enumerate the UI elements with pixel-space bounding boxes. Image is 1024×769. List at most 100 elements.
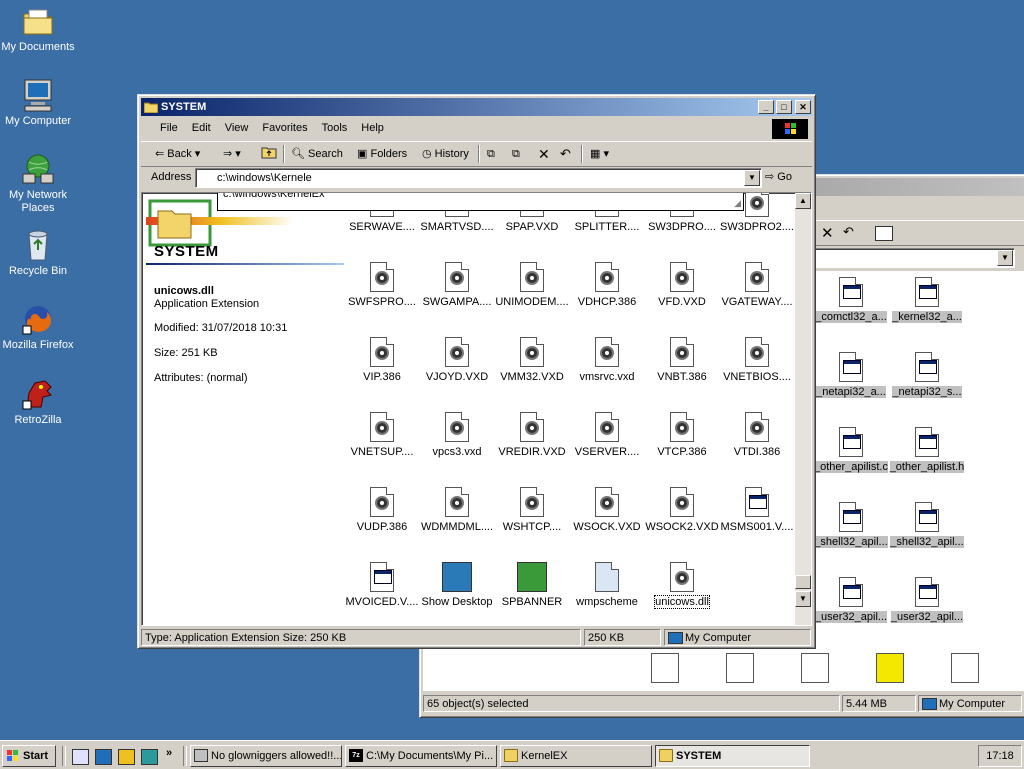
file-item[interactable]: VNETSUP.... <box>344 412 420 459</box>
installer-icon[interactable] <box>951 653 979 683</box>
file-item[interactable]: MSMS001.V.... <box>719 487 795 534</box>
file-item[interactable]: VFD.VXD <box>644 262 720 309</box>
undo-button[interactable]: ↶ <box>560 145 571 163</box>
kernelex-address-field[interactable]: ▼ <box>800 248 1015 268</box>
file-item[interactable]: _shell32_apil... <box>889 502 965 549</box>
menu-help[interactable]: Help <box>354 118 391 138</box>
address-dropdown-button[interactable]: ▼ <box>744 170 760 186</box>
address-autocomplete-dropdown[interactable]: c:\windows\KernelEx ◢ <box>217 193 744 211</box>
file-item[interactable]: VGATEWAY.... <box>719 262 795 309</box>
file-item[interactable]: VUDP.386 <box>344 487 420 534</box>
file-item[interactable]: _other_apilist.c <box>813 427 889 474</box>
file-item[interactable]: _shell32_apil... <box>813 502 889 549</box>
file-item[interactable]: VIP.386 <box>344 337 420 384</box>
file-item[interactable]: WSHTCP.... <box>494 487 570 534</box>
delete-button[interactable]: ✕ <box>538 145 550 163</box>
menu-file[interactable]: File <box>153 118 185 138</box>
file-item[interactable]: WDMMDML.... <box>419 487 495 534</box>
text-file-icon[interactable] <box>726 653 754 683</box>
folders-button[interactable]: ▣ Folders <box>357 145 407 163</box>
file-item[interactable]: _user32_apil... <box>889 577 965 624</box>
file-item[interactable]: SWGAMPA.... <box>419 262 495 309</box>
scroll-up-button[interactable]: ▲ <box>795 193 811 209</box>
back-button[interactable]: ⇐ Back ▾ <box>155 145 200 163</box>
system-title-bar[interactable]: SYSTEM _ □ ✕ <box>141 98 812 116</box>
file-item[interactable]: VSERVER.... <box>569 412 645 459</box>
forward-button[interactable]: ⇒ ▾ <box>223 145 241 163</box>
menu-edit[interactable]: Edit <box>185 118 218 138</box>
file-item[interactable]: _netapi32_s... <box>889 352 965 399</box>
address-input[interactable]: c:\windows\Kernele ▼ <box>195 168 762 188</box>
file-item-label: _kernel32_a... <box>892 311 962 323</box>
file-item[interactable]: SPBANNER <box>494 562 570 609</box>
autocomplete-item[interactable]: c:\windows\KernelEx <box>223 193 325 200</box>
file-item[interactable]: MVOICED.V.... <box>344 562 420 609</box>
kex-api-log-icon[interactable] <box>876 653 904 683</box>
media-player-icon[interactable] <box>118 749 135 765</box>
gear-file-icon[interactable] <box>801 653 829 683</box>
resize-grip-icon[interactable]: ◢ <box>734 198 741 209</box>
history-button[interactable]: ◷ History <box>422 145 469 163</box>
file-item[interactable]: _user32_apil... <box>813 577 889 624</box>
delete-icon[interactable]: ✕ <box>821 224 834 242</box>
file-item[interactable]: _comctl32_a... <box>813 277 889 324</box>
copy-to-button[interactable]: ⧉ <box>512 145 520 163</box>
desktop-icon-my-network-places[interactable]: My Network Places <box>0 152 76 215</box>
file-item[interactable]: vmsrvc.vxd <box>569 337 645 384</box>
task-7zip[interactable]: 7z C:\My Documents\My Pi... <box>345 745 497 767</box>
desktop-icon-recycle-bin[interactable]: Recycle Bin <box>0 228 76 278</box>
scroll-thumb[interactable] <box>795 575 811 589</box>
file-item[interactable]: VTCP.386 <box>644 412 720 459</box>
quicklaunch-overflow-icon[interactable]: » <box>166 747 172 759</box>
desktop-icon-retrozilla[interactable]: RetroZilla <box>0 377 76 427</box>
maximize-button[interactable]: □ <box>776 100 792 114</box>
file-item[interactable]: _other_apilist.h <box>889 427 965 474</box>
file-item[interactable]: _netapi32_a... <box>813 352 889 399</box>
file-item[interactable]: Show Desktop <box>419 562 495 609</box>
task-browser[interactable]: No glowniggers allowed!!... <box>190 745 342 767</box>
desktop-shortcut-icon[interactable] <box>72 749 89 765</box>
task-kernelex[interactable]: KernelEX <box>500 745 652 767</box>
file-item-label: SERWAVE.... <box>349 221 415 233</box>
scroll-down-button[interactable]: ▼ <box>795 591 811 607</box>
file-item[interactable]: VDHCP.386 <box>569 262 645 309</box>
close-button[interactable]: ✕ <box>795 100 811 114</box>
desktop-icon-my-documents[interactable]: My Documents <box>0 4 76 54</box>
system-window[interactable]: SYSTEM _ □ ✕ File Edit View Favorites Tools H… <box>137 94 816 649</box>
file-item[interactable]: _kernel32_a... <box>889 277 965 324</box>
file-item[interactable]: vpcs3.vxd <box>419 412 495 459</box>
go-button[interactable]: ⇨ Go <box>765 170 792 183</box>
vertical-scrollbar[interactable]: ▲ ▼ <box>795 193 811 625</box>
minimize-button[interactable]: _ <box>758 100 774 114</box>
undo-icon[interactable]: ↶ <box>843 224 854 240</box>
menu-view[interactable]: View <box>218 118 256 138</box>
file-item[interactable]: VMM32.VXD <box>494 337 570 384</box>
menu-favorites[interactable]: Favorites <box>255 118 314 138</box>
file-item[interactable]: wmpscheme <box>569 562 645 609</box>
desktop-icon-mozilla-firefox[interactable]: Mozilla Firefox <box>0 302 76 352</box>
system-file-icon[interactable] <box>651 653 679 683</box>
file-item[interactable]: VTDI.386 <box>719 412 795 459</box>
file-item[interactable]: SWFSPRO.... <box>344 262 420 309</box>
file-item[interactable]: unicows.dll <box>644 562 720 609</box>
desktop-icon-my-computer[interactable]: My Computer <box>0 78 76 128</box>
start-button[interactable]: Start <box>2 745 56 767</box>
views-icon[interactable] <box>875 226 893 241</box>
views-button[interactable]: ▦ ▾ <box>590 145 609 163</box>
chevron-down-icon[interactable]: ▼ <box>997 250 1013 266</box>
network-shortcut-icon[interactable] <box>95 749 112 765</box>
search-button[interactable]: 🔍︎ Search <box>291 145 343 163</box>
file-item[interactable]: WSOCK2.VXD <box>644 487 720 534</box>
file-item[interactable]: VNETBIOS.... <box>719 337 795 384</box>
up-folder-button[interactable] <box>261 145 277 163</box>
file-view[interactable]: SYSTEM unicows.dll Application Extension… <box>141 192 812 626</box>
file-item[interactable]: VNBT.386 <box>644 337 720 384</box>
move-to-button[interactable]: ⧉ <box>487 145 495 163</box>
file-item[interactable]: VJOYD.VXD <box>419 337 495 384</box>
menu-tools[interactable]: Tools <box>315 118 355 138</box>
show-desktop-icon[interactable] <box>141 749 158 765</box>
file-item[interactable]: VREDIR.VXD <box>494 412 570 459</box>
file-item[interactable]: UNIMODEM.... <box>494 262 570 309</box>
file-item[interactable]: WSOCK.VXD <box>569 487 645 534</box>
task-system[interactable]: SYSTEM <box>655 745 810 767</box>
